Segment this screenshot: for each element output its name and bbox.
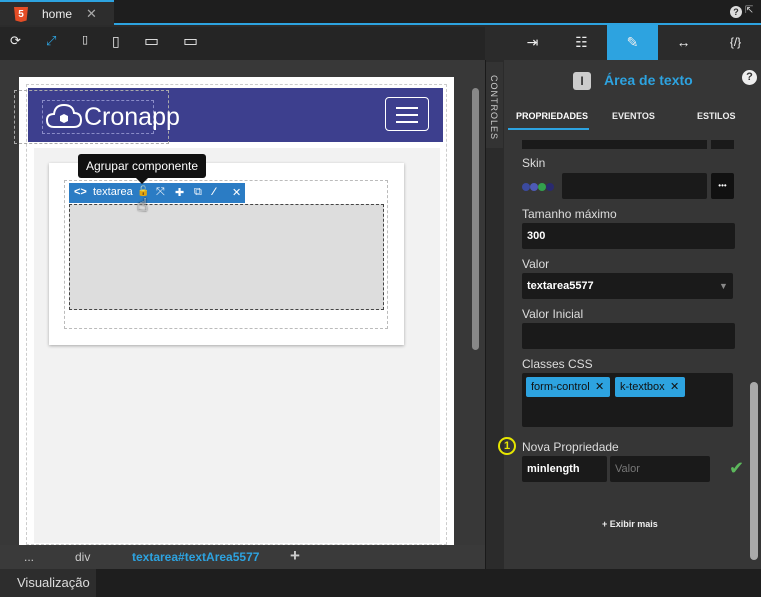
copy-icon[interactable]: ⧉ xyxy=(194,186,202,199)
textarea-component[interactable] xyxy=(69,204,384,310)
hand-cursor-icon: ☝ xyxy=(137,195,148,215)
breadcrumb-item[interactable]: div xyxy=(75,550,90,564)
show-more-button[interactable]: + Exibir mais xyxy=(602,519,658,529)
subtab-styles[interactable]: ESTILOS xyxy=(697,111,736,121)
new-property-value-input[interactable]: Valor xyxy=(610,456,710,482)
code-icon[interactable]: <> xyxy=(74,186,87,198)
callout-number: 1 xyxy=(498,437,516,455)
wide-screen-icon[interactable]: ▭ xyxy=(183,31,198,51)
mobile-icon[interactable]: ▯ xyxy=(82,33,88,46)
add-icon[interactable]: ✚ xyxy=(175,186,184,199)
check-icon[interactable]: ✔ xyxy=(729,458,744,479)
bottom-bar xyxy=(0,569,761,597)
remove-icon[interactable]: ✕ xyxy=(595,377,604,397)
css-class-chip: form-control ✕ xyxy=(526,377,610,397)
cloud-logo-icon xyxy=(46,103,82,128)
new-property-name-input[interactable]: minlength xyxy=(522,456,607,482)
value-select-text: textarea5577 xyxy=(527,280,594,292)
tab-tree-icon[interactable]: ☷ xyxy=(556,25,607,60)
menu-bar xyxy=(396,114,418,116)
skin-color-swatch xyxy=(546,183,554,191)
html5-icon: 5 xyxy=(14,7,28,22)
skin-input[interactable] xyxy=(562,173,707,199)
subtab-events[interactable]: EVENTOS xyxy=(612,111,655,121)
css-classes-label: Classes CSS xyxy=(522,357,593,371)
fit-screen-icon[interactable]: ⤢ xyxy=(46,33,56,49)
active-subtab-indicator xyxy=(508,128,589,130)
css-class-chip: k-textbox ✕ xyxy=(615,377,685,397)
skin-label: Skin xyxy=(522,156,546,170)
tab-login-icon[interactable]: ⇥ xyxy=(507,25,558,60)
add-icon[interactable]: + xyxy=(290,546,300,566)
external-window-icon[interactable]: ⇱ xyxy=(745,5,753,16)
breadcrumb-item-active[interactable]: textarea#textArea5577 xyxy=(132,550,259,564)
skin-color-swatch xyxy=(530,183,538,191)
tab-resize-icon[interactable]: ↔ xyxy=(658,25,709,60)
textarea-type-icon: I xyxy=(573,72,591,90)
skin-color-swatch xyxy=(538,183,546,191)
property-input-partial[interactable] xyxy=(522,140,707,149)
refresh-icon[interactable]: ⟳ xyxy=(10,33,21,49)
menu-bar xyxy=(396,107,418,109)
tab-code-icon[interactable]: {/} xyxy=(710,25,761,60)
preview-toolbar xyxy=(0,27,485,60)
max-size-input[interactable]: 300 xyxy=(522,223,735,249)
close-icon[interactable]: ✕ xyxy=(86,6,97,22)
tab-edit-icon[interactable]: ✎ xyxy=(607,25,658,60)
panel-title: Área de texto xyxy=(604,72,693,88)
hamburger-menu-button[interactable] xyxy=(385,97,429,131)
help-icon[interactable]: ? xyxy=(730,6,742,18)
initial-value-label: Valor Inicial xyxy=(522,307,584,321)
component-name: textarea xyxy=(93,186,133,198)
panel-scrollbar[interactable] xyxy=(750,382,758,560)
move-icon[interactable]: ⤧ xyxy=(156,186,165,199)
close-icon[interactable]: ✕ xyxy=(232,186,241,199)
tablet-icon[interactable]: ▯ xyxy=(112,33,120,50)
tooltip: Agrupar componente xyxy=(78,154,206,184)
css-class-name: k-textbox xyxy=(620,381,665,393)
tab-title: home xyxy=(42,7,73,21)
max-size-label: Tamanho máximo xyxy=(522,207,617,221)
css-class-name: form-control xyxy=(531,381,590,393)
skin-options-button[interactable]: ••• xyxy=(711,173,734,199)
logo-text: Cronapp xyxy=(84,103,180,131)
canvas-scrollbar[interactable] xyxy=(472,88,479,350)
new-property-label: Nova Propriedade xyxy=(522,440,619,454)
magic-wand-icon[interactable]: ⁄ xyxy=(213,186,215,198)
chevron-down-icon: ▼ xyxy=(719,281,728,291)
menu-bar xyxy=(396,121,418,123)
value-select[interactable]: textarea5577 ▼ xyxy=(522,273,733,299)
controls-label: CONTROLES xyxy=(489,75,499,141)
subtab-properties[interactable]: PROPRIEDADES xyxy=(516,111,588,121)
remove-icon[interactable]: ✕ xyxy=(670,377,679,397)
initial-value-input[interactable] xyxy=(522,323,735,349)
bottom-tab-label: Visualização xyxy=(17,575,90,590)
property-button-partial[interactable] xyxy=(711,140,734,149)
value-label: Valor xyxy=(522,257,550,271)
tab-home[interactable]: 5 home ✕ xyxy=(0,0,114,25)
help-icon[interactable]: ? xyxy=(742,70,757,85)
editor-tab-bar xyxy=(0,0,761,25)
breadcrumb-item[interactable]: ... xyxy=(24,550,34,564)
skin-color-swatch xyxy=(522,183,530,191)
desktop-icon[interactable]: ▭ xyxy=(144,31,159,51)
